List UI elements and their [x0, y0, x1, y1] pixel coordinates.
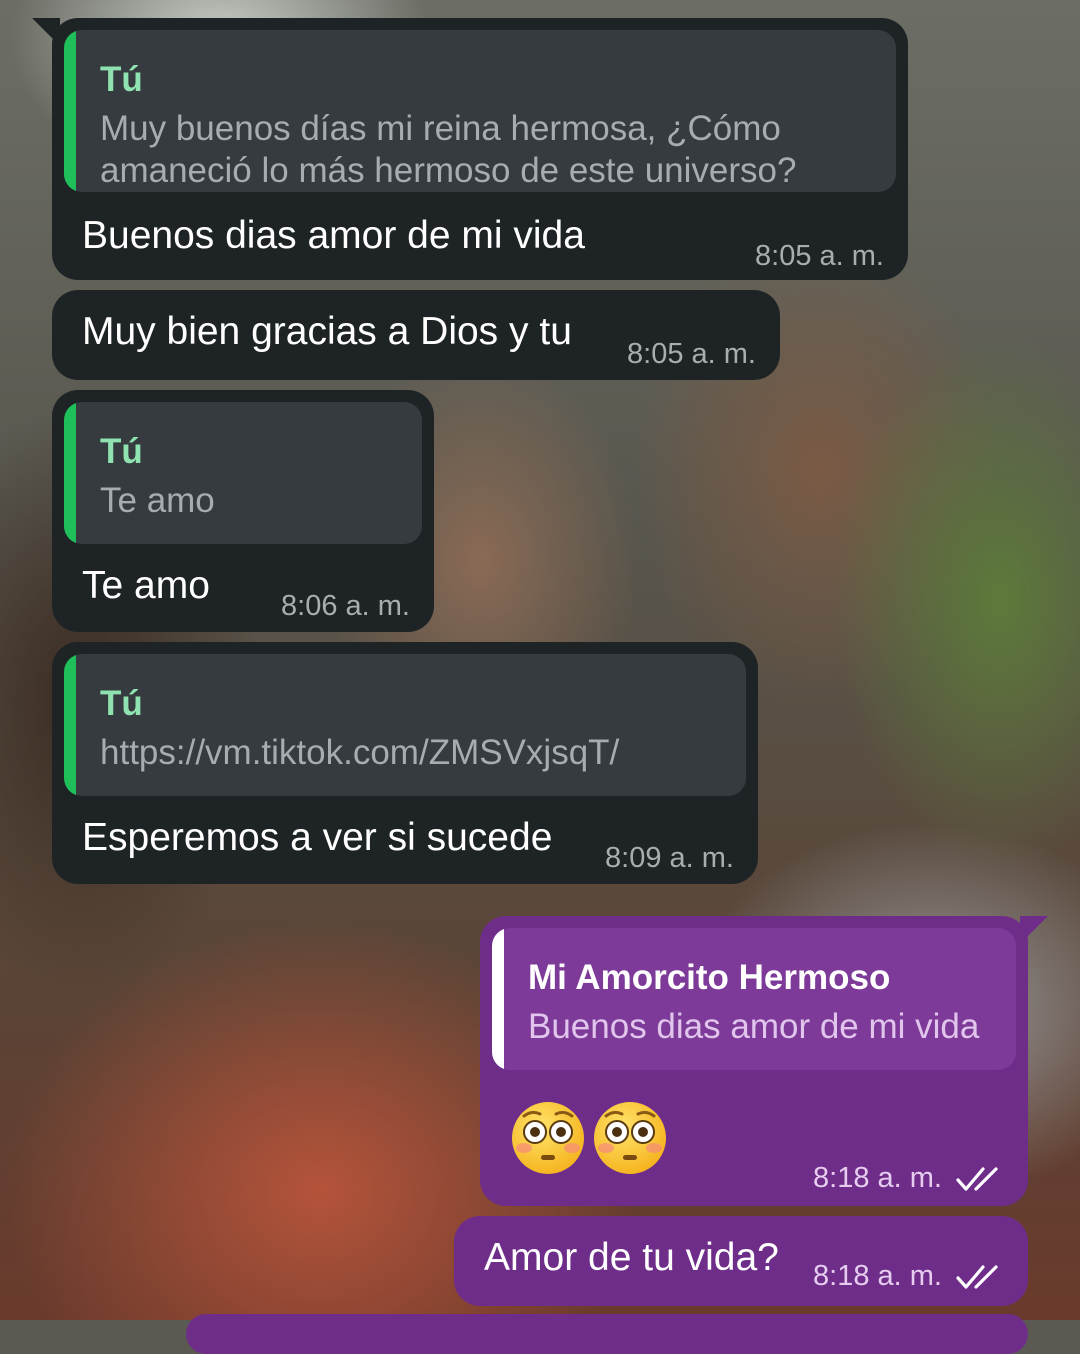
quote-author: Tú [100, 684, 143, 723]
quote-text-line: amaneció lo más hermoso de este universo… [100, 151, 797, 190]
quoted-message[interactable]: Tú Muy buenos días mi reina hermosa, ¿Có… [64, 30, 896, 192]
message-time: 8:06 a. m. [281, 590, 410, 622]
message-bubble-incoming[interactable]: Muy bien gracias a Dios y tu 8:05 a. m. [52, 290, 780, 380]
message-bubble-outgoing[interactable]: Amor de tu vida? 8:18 a. m. [454, 1216, 1028, 1306]
message-time: 8:18 a. m. [813, 1162, 942, 1194]
quote-bar [492, 928, 504, 1070]
bubble-tail [32, 18, 60, 46]
message-bubble-incoming[interactable]: Tú https://vm.tiktok.com/ZMSVxjsqT/ Espe… [52, 642, 758, 884]
bubble-tail [1020, 916, 1048, 944]
quoted-message[interactable]: Mi Amorcito Hermoso Buenos dias amor de … [492, 928, 1016, 1070]
message-time: 8:18 a. m. [813, 1260, 942, 1292]
double-check-icon [956, 1167, 998, 1191]
message-list[interactable]: Tú Muy buenos días mi reina hermosa, ¿Có… [0, 0, 1080, 1354]
quoted-message[interactable]: Tú Te amo [64, 402, 422, 544]
message-bubble-incoming[interactable]: Tú Muy buenos días mi reina hermosa, ¿Có… [32, 18, 908, 280]
message-time: 8:05 a. m. [755, 240, 884, 272]
message-text: Buenos dias amor de mi vida [82, 214, 585, 257]
message-time: 8:09 a. m. [605, 842, 734, 874]
quote-author: Tú [100, 60, 143, 99]
quote-text-line: Muy buenos días mi reina hermosa, ¿Cómo [100, 109, 781, 148]
double-check-icon [956, 1265, 998, 1289]
message-text: Amor de tu vida? [484, 1236, 779, 1279]
quote-link-text[interactable]: https://vm.tiktok.com/ZMSVxjsqT/ [100, 732, 619, 774]
flushed-face-emoji [594, 1102, 666, 1174]
quote-bar [64, 654, 76, 796]
quote-bar [64, 402, 76, 544]
quote-text-line: Te amo [100, 481, 215, 520]
quote-author: Tú [100, 432, 143, 471]
quoted-message[interactable]: Tú https://vm.tiktok.com/ZMSVxjsqT/ [64, 654, 746, 796]
message-text: Te amo [82, 564, 210, 607]
message-text: Muy bien gracias a Dios y tu [82, 310, 572, 353]
flushed-face-emoji [512, 1102, 584, 1174]
message-text: Esperemos a ver si sucede [82, 816, 553, 859]
quote-bar [64, 30, 76, 192]
message-time: 8:05 a. m. [627, 338, 756, 370]
message-bubble-outgoing[interactable]: Mi Amorcito Hermoso Buenos dias amor de … [480, 916, 1048, 1206]
message-bubble-outgoing-partial[interactable] [186, 1314, 1028, 1354]
quote-text-line: Buenos dias amor de mi vida [528, 1007, 980, 1046]
quote-author: Mi Amorcito Hermoso [528, 958, 891, 997]
message-bubble-incoming[interactable]: Tú Te amo Te amo 8:06 a. m. [52, 390, 434, 632]
